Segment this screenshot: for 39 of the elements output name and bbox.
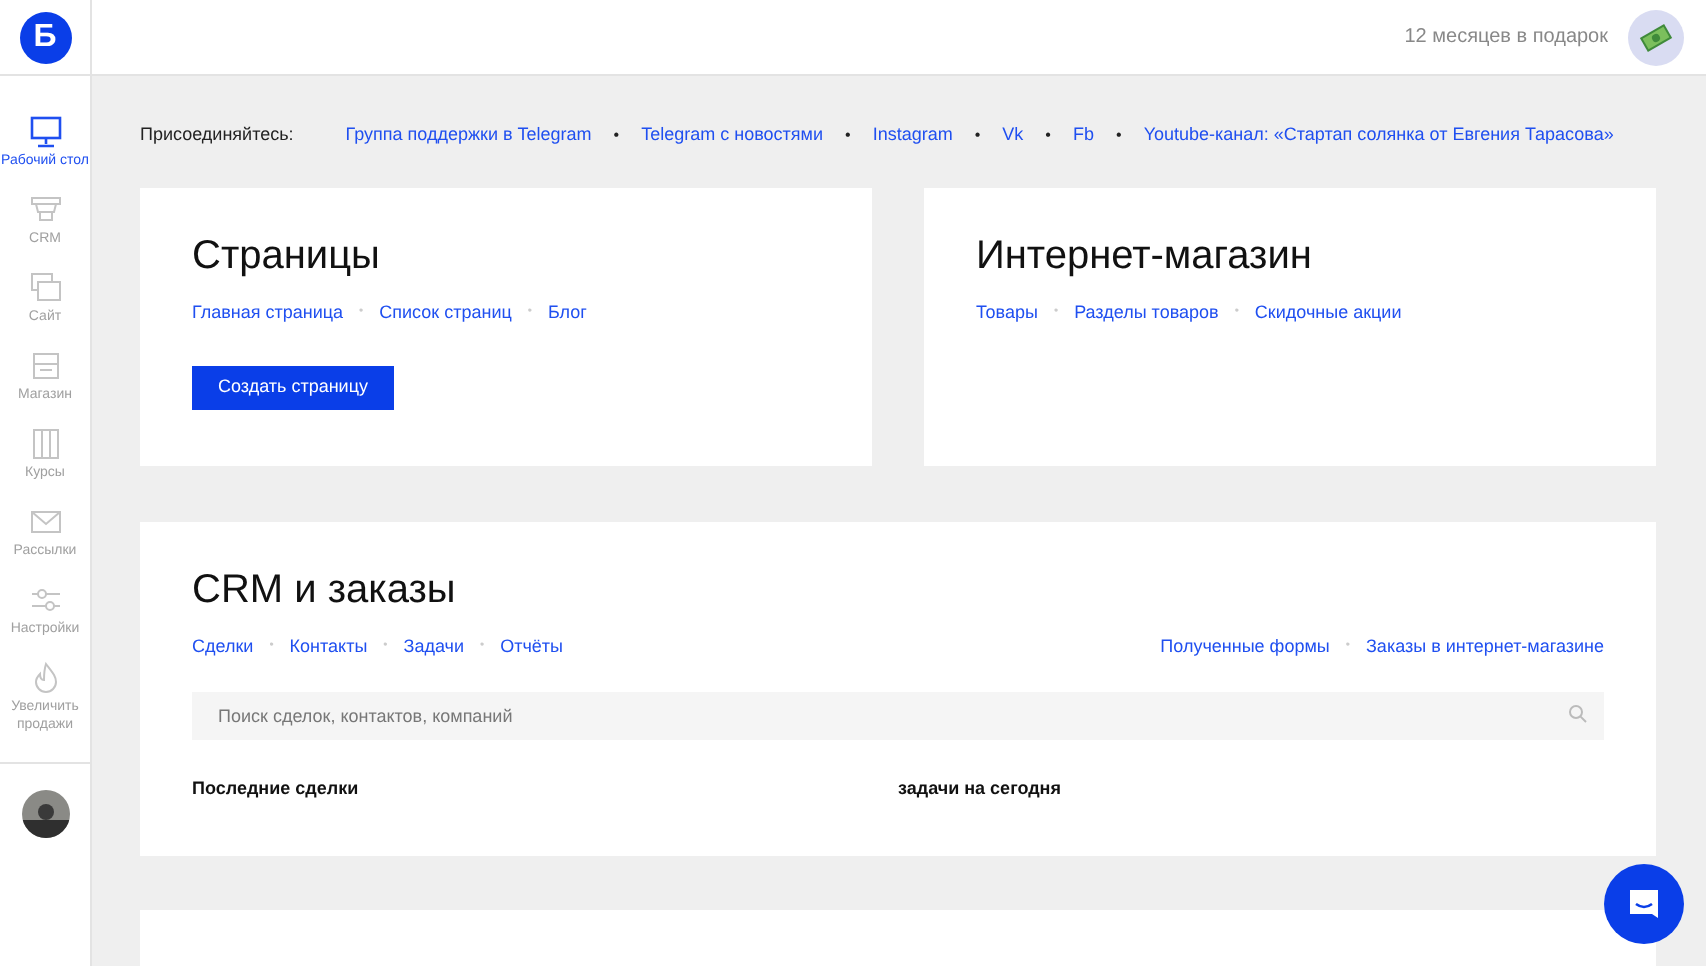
- search-field[interactable]: Поиск сделок, контактов, компаний: [192, 691, 1604, 739]
- crm-link[interactable]: Отчёты: [500, 634, 564, 661]
- separator-dot: •: [845, 124, 851, 148]
- card-title: Страницы: [192, 232, 382, 280]
- card-title: Интернет-магазин: [976, 232, 1314, 280]
- section-link[interactable]: Разделы товаров: [1074, 300, 1219, 327]
- chat-icon[interactable]: [1626, 886, 1662, 922]
- section-link[interactable]: Главная страница: [192, 300, 344, 327]
- section-link[interactable]: Список страниц: [379, 300, 512, 327]
- separator-dot: •: [1116, 124, 1122, 148]
- search-icon[interactable]: [1568, 703, 1588, 723]
- card-title: CRM и заказы: [192, 566, 458, 614]
- section-link[interactable]: Товары: [976, 300, 1038, 327]
- crm-link[interactable]: Задачи: [403, 634, 464, 661]
- promo-text[interactable]: 12 месяцев в подарок: [1404, 22, 1608, 52]
- social-link[interactable]: Vk: [1002, 122, 1024, 150]
- separator-dot: •: [1045, 124, 1051, 148]
- logo[interactable]: Б: [19, 11, 71, 63]
- column-heading: задачи на сегодня: [898, 775, 1063, 802]
- crm-link[interactable]: Заказы в интернет-магазине: [1366, 634, 1604, 661]
- crm-link[interactable]: Сделки: [192, 634, 254, 661]
- create-page-button[interactable]: Создать страницу: [192, 365, 394, 409]
- money-icon[interactable]: [1628, 9, 1684, 65]
- separator-dot: •: [974, 124, 981, 148]
- crm-link[interactable]: Контакты: [289, 634, 368, 661]
- monitor-icon[interactable]: [25, 112, 65, 152]
- section-link[interactable]: Скидочные акции: [1254, 300, 1402, 327]
- section-link[interactable]: Блог: [548, 300, 587, 327]
- social-link[interactable]: Fb: [1072, 122, 1094, 150]
- social-link[interactable]: Instagram: [872, 122, 953, 150]
- social-link[interactable]: Telegram с новостями: [641, 122, 823, 150]
- social-link[interactable]: Группа поддержки в Telegram: [345, 122, 592, 150]
- separator-dot: •: [613, 124, 620, 148]
- column-heading: Последние сделки: [192, 775, 361, 802]
- chat-button[interactable]: [1604, 864, 1684, 944]
- user-avatar[interactable]: [21, 790, 69, 838]
- join-label: Присоединяйтесь:: [140, 122, 294, 149]
- crm-link[interactable]: Полученные формы: [1160, 634, 1330, 661]
- social-link[interactable]: Youtube-канал: «Стартап солянка от Евгения Тарасова»: [1143, 122, 1614, 150]
